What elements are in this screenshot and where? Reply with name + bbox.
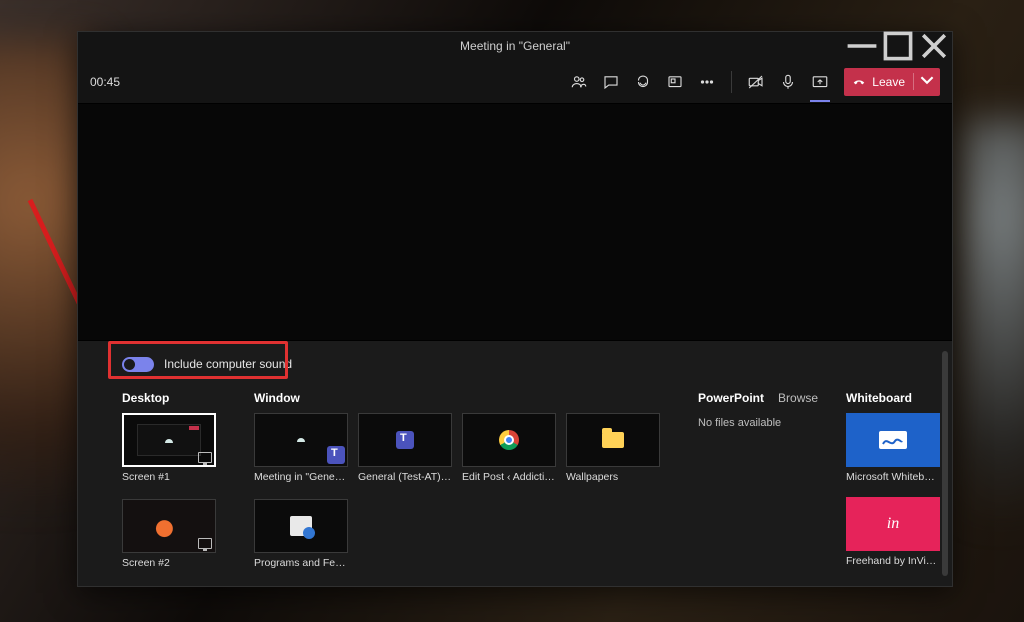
leave-label: Leave	[872, 75, 905, 89]
meeting-timer: 00:45	[90, 75, 120, 89]
thumb-label: Edit Post ‹ AddictiveTips ...	[462, 471, 556, 483]
teams-meeting-window: Meeting in "General" 00:45 Leave FW	[77, 31, 953, 587]
thumb-label: General (Test-AT) | Micro...	[358, 471, 452, 483]
chevron-down-icon[interactable]	[913, 73, 934, 90]
camera-off-icon[interactable]	[742, 68, 770, 96]
close-button[interactable]	[916, 32, 952, 60]
whiteboard-option-ms[interactable]: Microsoft Whiteboard	[846, 413, 940, 483]
share-content-tray: Include computer sound Desktop Screen #1	[78, 340, 952, 586]
chat-icon[interactable]	[597, 68, 625, 96]
share-option-window[interactable]: Programs and Features	[254, 499, 348, 569]
thumb-label: Meeting in "General" | M...	[254, 471, 348, 483]
leave-button[interactable]: Leave	[844, 68, 940, 96]
section-header-window: Window	[254, 391, 660, 407]
section-header-desktop: Desktop	[122, 391, 216, 407]
powerpoint-empty-text: No files available	[698, 417, 808, 429]
background-decor	[964, 120, 1024, 600]
thumb-label: Screen #2	[122, 557, 216, 569]
share-tray-icon[interactable]	[806, 68, 834, 96]
section-header-powerpoint: PowerPoint	[698, 391, 764, 407]
thumb-label: Wallpapers	[566, 471, 660, 483]
share-option-screen-1[interactable]: Screen #1	[122, 413, 216, 483]
meeting-toolbar: 00:45 Leave	[78, 60, 952, 104]
section-header-whiteboard: Whiteboard	[846, 391, 940, 407]
thumb-label: Screen #1	[122, 471, 216, 483]
thumb-label: Programs and Features	[254, 557, 348, 569]
participants-icon[interactable]	[565, 68, 593, 96]
reactions-icon[interactable]	[629, 68, 657, 96]
share-option-screen-2[interactable]: Screen #2	[122, 499, 216, 569]
thumb-label: Microsoft Whiteboard	[846, 471, 940, 483]
toolbar-divider	[731, 71, 732, 93]
include-computer-sound-label: Include computer sound	[164, 357, 292, 371]
include-computer-sound-toggle[interactable]	[122, 357, 154, 372]
share-option-window[interactable]: Meeting in "General" | M...	[254, 413, 348, 483]
more-actions-icon[interactable]	[693, 68, 721, 96]
share-option-window[interactable]: Edit Post ‹ AddictiveTips ...	[462, 413, 556, 483]
window-title: Meeting in "General"	[460, 39, 570, 53]
monitor-icon	[198, 538, 212, 549]
rooms-icon[interactable]	[661, 68, 689, 96]
whiteboard-icon	[878, 428, 908, 452]
hangup-icon	[852, 75, 866, 89]
browse-link[interactable]: Browse	[778, 391, 818, 407]
share-option-window[interactable]: Wallpapers	[566, 413, 660, 483]
tray-scrollbar[interactable]	[942, 351, 948, 576]
meeting-stage: FW Include computer sound Desktop	[78, 104, 952, 586]
maximize-button[interactable]	[880, 32, 916, 60]
share-option-window[interactable]: General (Test-AT) | Micro...	[358, 413, 452, 483]
titlebar: Meeting in "General"	[78, 32, 952, 60]
whiteboard-option-invision[interactable]: in Freehand by InVision	[846, 497, 940, 567]
minimize-button[interactable]	[844, 32, 880, 60]
monitor-icon	[198, 452, 212, 463]
microphone-icon[interactable]	[774, 68, 802, 96]
thumb-label: Freehand by InVision	[846, 555, 940, 567]
